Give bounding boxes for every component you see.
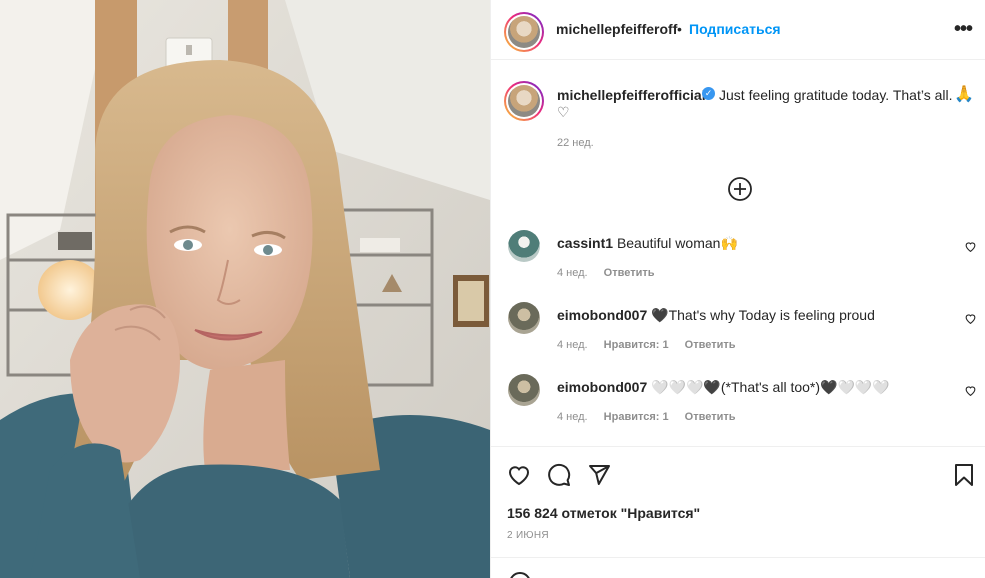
comment-like-heart-icon[interactable] <box>964 384 977 397</box>
reply-button[interactable]: Ответить <box>604 267 655 279</box>
comment-text: cassint1 Beautiful woman🙌 <box>557 235 738 252</box>
more-options-icon[interactable]: ••• <box>951 18 975 42</box>
heart-emoji: ♡ <box>557 104 570 120</box>
commenter-username[interactable]: eimobond007 <box>557 307 647 323</box>
separator-dot: • <box>677 21 682 37</box>
comment-time[interactable]: 4 нед. <box>557 411 588 423</box>
post-actions: 156 824 отметок "Нравится" 2 ИЮНЯ <box>491 446 985 558</box>
comment-item: eimobond007 🤍🤍🤍🖤(*That's all too*)🖤🤍🤍🤍 4… <box>491 374 985 434</box>
comment-body: 🖤That's why Today is feeling proud <box>651 307 875 323</box>
caption-username[interactable]: michellepfeifferofficial <box>557 87 706 103</box>
comment-text: eimobond007 🤍🤍🤍🖤(*That's all too*)🖤🤍🤍🤍 <box>557 379 890 396</box>
author-avatar[interactable] <box>504 12 544 52</box>
post-header: michellepfeifferoff • Подписаться ••• <box>491 0 985 60</box>
reply-button[interactable]: Ответить <box>685 411 736 423</box>
comment-time[interactable]: 4 нед. <box>557 339 588 351</box>
share-icon[interactable] <box>587 463 611 487</box>
comment-item: eimobond007 🖤That's why Today is feeling… <box>491 302 985 362</box>
follow-button[interactable]: Подписаться <box>689 21 781 37</box>
caption-timestamp[interactable]: 22 нед. <box>557 137 594 149</box>
comment-bubble-icon[interactable] <box>547 463 571 487</box>
comment-like-heart-icon[interactable] <box>964 312 977 325</box>
pray-emoji: 🙏 <box>954 86 974 103</box>
comment-time[interactable]: 4 нед. <box>557 267 588 279</box>
caption-text: Just feeling gratitude today. That’s all… <box>719 87 953 103</box>
caption-avatar[interactable] <box>504 81 544 121</box>
add-comment-bar <box>491 557 985 578</box>
likes-count[interactable]: 156 824 отметок "Нравится" <box>507 505 700 521</box>
comment-likes-count[interactable]: Нравится: 1 <box>604 411 669 423</box>
comment-meta: 4 нед. Нравится: 1 Ответить <box>557 339 749 351</box>
reply-button[interactable]: Ответить <box>685 339 736 351</box>
commenter-avatar[interactable] <box>508 374 540 406</box>
commenter-avatar[interactable] <box>508 302 540 334</box>
comment-text: eimobond007 🖤That's why Today is feeling… <box>557 307 875 324</box>
bookmark-icon[interactable] <box>952 463 976 487</box>
post-date[interactable]: 2 ИЮНЯ <box>507 530 549 541</box>
author-username[interactable]: michellepfeifferoff <box>556 21 677 37</box>
load-more-comments-icon[interactable] <box>727 176 753 202</box>
comment-meta: 4 нед. Ответить <box>557 267 668 279</box>
commenter-avatar[interactable] <box>508 230 540 262</box>
commenter-username[interactable]: cassint1 <box>557 235 613 251</box>
post-photo[interactable] <box>0 0 490 578</box>
comment-body: 🤍🤍🤍🖤(*That's all too*)🖤🤍🤍🤍 <box>651 379 890 395</box>
post-details-panel: michellepfeifferoff • Подписаться ••• mi… <box>490 0 985 578</box>
commenter-username[interactable]: eimobond007 <box>557 379 647 395</box>
comment-likes-count[interactable]: Нравится: 1 <box>604 339 669 351</box>
like-heart-icon[interactable] <box>507 463 531 487</box>
verified-badge-icon: ✓ <box>702 87 715 100</box>
comment-body: Beautiful woman🙌 <box>616 235 738 251</box>
emoji-icon[interactable] <box>508 571 532 578</box>
comment-like-heart-icon[interactable] <box>964 240 977 253</box>
comment-item: cassint1 Beautiful woman🙌 4 нед. Ответит… <box>491 230 985 290</box>
comment-meta: 4 нед. Нравится: 1 Ответить <box>557 411 749 423</box>
